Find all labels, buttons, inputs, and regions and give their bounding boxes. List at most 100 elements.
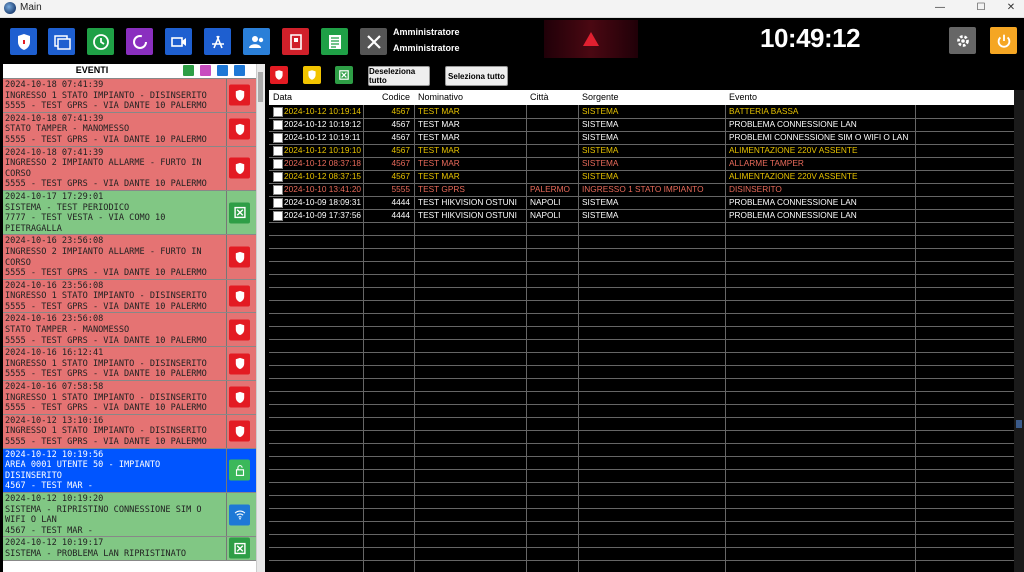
cell-nominativo: TEST MAR xyxy=(418,106,460,116)
row-checkbox[interactable] xyxy=(273,211,283,221)
event-item[interactable]: 2024-10-16 23:56:08 INGRESSO 2 IMPIANTO A… xyxy=(3,235,256,280)
cell-codice: 4567 xyxy=(391,132,410,142)
event-text-line: SISTEMA - PROBLEMA LAN RIPRISTINATO xyxy=(5,548,187,559)
shield-icon[interactable] xyxy=(229,420,250,442)
video-camera-icon xyxy=(170,36,186,47)
column-header-citta[interactable]: Città xyxy=(530,92,549,102)
window-title: Main xyxy=(20,2,42,13)
event-item[interactable]: 2024-10-16 07:58:58 INGRESSO 1 STATO IMPI… xyxy=(3,381,256,415)
close-button[interactable]: ✕ xyxy=(996,0,1024,17)
cell-sorgente: SISTEMA xyxy=(582,158,619,168)
event-item[interactable]: 2024-10-18 07:41:39 STATO TAMPER - MANOME… xyxy=(3,112,256,147)
cell-evento: BATTERIA BASSA xyxy=(729,106,799,116)
row-checkbox[interactable] xyxy=(273,172,283,182)
row-checkbox[interactable] xyxy=(273,133,283,143)
filter-warning-button[interactable] xyxy=(303,66,321,84)
cell-evento: PROBLEMA CONNESSIONE LAN xyxy=(729,210,857,220)
column-header-nominativo[interactable]: Nominativo xyxy=(418,92,463,102)
x-box-icon[interactable] xyxy=(229,537,250,559)
table-row[interactable]: 2024-10-12 10:19:12 4567 TEST MAR SISTEMA PR… xyxy=(269,118,1014,132)
x-box-icon[interactable] xyxy=(229,202,250,224)
filter-alarm-button[interactable] xyxy=(270,66,288,84)
filter-purple-icon[interactable] xyxy=(200,65,211,76)
shield-icon[interactable] xyxy=(229,353,250,375)
table-row[interactable]: 2024-10-12 08:37:15 4567 TEST MAR SISTEMA AL… xyxy=(269,170,1014,184)
video-tool-button[interactable] xyxy=(165,28,192,55)
empty-table-row xyxy=(269,547,1014,561)
event-text-line: INGRESSO 1 STATO IMPIANTO - DISINSERITO xyxy=(5,426,207,437)
empty-table-row xyxy=(269,482,1014,496)
history-tool-button[interactable] xyxy=(87,28,114,55)
events-scrollbar[interactable] xyxy=(257,64,265,572)
filter-blue-icon[interactable] xyxy=(217,65,228,76)
shield-icon[interactable] xyxy=(229,118,250,140)
shield-tool-button[interactable] xyxy=(10,28,37,55)
event-text-line: CORSO xyxy=(5,168,31,179)
unlock-icon[interactable] xyxy=(229,459,250,481)
column-header-sorgente[interactable]: Sorgente xyxy=(582,92,619,102)
column-header-evento[interactable]: Evento xyxy=(729,92,757,102)
event-text-line: SISTEMA - TEST PERIODICO xyxy=(5,202,130,213)
windows-tool-button[interactable] xyxy=(48,28,75,55)
minimize-button[interactable]: — xyxy=(925,0,955,17)
cell-data: 2024-10-09 17:37:56 xyxy=(284,210,362,220)
row-checkbox[interactable] xyxy=(273,146,283,156)
refresh-tool-button[interactable] xyxy=(126,28,153,55)
events-scrollbar-thumb[interactable] xyxy=(258,72,263,102)
event-item[interactable]: 2024-10-17 17:29:01 SISTEMA - TEST PERIOD… xyxy=(3,190,256,236)
select-all-button[interactable]: Seleziona tutto xyxy=(445,66,508,86)
column-header-codice[interactable]: Codice xyxy=(382,92,410,102)
event-item[interactable]: 2024-10-16 23:56:08 INGRESSO 1 STATO IMPI… xyxy=(3,279,256,314)
deselect-all-button[interactable]: Deseleziona tutto xyxy=(368,66,430,86)
table-scrollbar[interactable] xyxy=(1014,90,1024,572)
panel-tool-button[interactable] xyxy=(282,28,309,55)
shield-icon[interactable] xyxy=(229,319,250,341)
alert-banner[interactable] xyxy=(544,20,638,58)
table-row[interactable]: 2024-10-12 10:19:14 4567 TEST MAR SISTEMA BA… xyxy=(269,105,1014,119)
event-item[interactable]: 2024-10-18 07:41:39 INGRESSO 2 IMPIANTO A… xyxy=(3,146,256,191)
shield-icon[interactable] xyxy=(229,84,250,106)
event-item[interactable]: 2024-10-16 16:12:41 INGRESSO 1 STATO IMPI… xyxy=(3,347,256,382)
power-button[interactable] xyxy=(990,27,1017,54)
maximize-button[interactable]: ☐ xyxy=(966,0,996,17)
table-row[interactable]: 2024-10-10 13:41:20 5555 TEST GPRS PALERMO I… xyxy=(269,183,1014,197)
filter-green-icon[interactable] xyxy=(183,65,194,76)
apps-tool-button[interactable] xyxy=(204,28,231,55)
cell-sorgente: SISTEMA xyxy=(582,119,619,129)
users-tool-button[interactable] xyxy=(243,28,270,55)
table-row[interactable]: 2024-10-09 17:37:56 4444 TEST HIKVISION OS… xyxy=(269,209,1014,223)
table-row[interactable]: 2024-10-12 10:19:10 4567 TEST MAR SISTEMA AL… xyxy=(269,144,1014,158)
row-checkbox[interactable] xyxy=(273,159,283,169)
row-checkbox[interactable] xyxy=(273,107,283,117)
empty-table-row xyxy=(269,261,1014,275)
column-header-data[interactable]: Data xyxy=(273,92,292,102)
event-text-line: 5555 - TEST GPRS - VIA DANTE 10 PALERMO xyxy=(5,369,207,380)
alarm-panel-icon xyxy=(289,33,302,50)
table-row[interactable]: 2024-10-12 10:19:11 4567 TEST MAR SISTEMA PR… xyxy=(269,131,1014,145)
shield-icon[interactable] xyxy=(229,157,250,179)
shield-icon[interactable] xyxy=(229,285,250,307)
event-text-line: INGRESSO 1 STATO IMPIANTO - DISINSERITO xyxy=(5,358,207,369)
event-item[interactable]: 2024-10-12 10:19:56 AREA 0001 UTENTE 50 -… xyxy=(3,448,256,493)
filter-system-button[interactable] xyxy=(335,66,353,84)
tools-tool-button[interactable] xyxy=(360,28,387,55)
shield-icon[interactable] xyxy=(229,246,250,268)
row-checkbox[interactable] xyxy=(273,198,283,208)
empty-table-row xyxy=(269,495,1014,509)
row-checkbox[interactable] xyxy=(273,120,283,130)
event-item[interactable]: 2024-10-16 23:56:08 STATO TAMPER - MANOME… xyxy=(3,313,256,348)
wifi-icon[interactable] xyxy=(229,504,250,526)
events-table: Data Codice Nominativo Città Sorgente Ev… xyxy=(269,90,1014,572)
row-checkbox[interactable] xyxy=(273,185,283,195)
shield-icon[interactable] xyxy=(229,386,250,408)
event-item[interactable]: 2024-10-12 10:19:20 SISTEMA - RIPRISTINO … xyxy=(3,492,256,538)
settings-button[interactable] xyxy=(949,27,976,54)
table-row[interactable]: 2024-10-09 18:09:31 4444 TEST HIKVISION OS… xyxy=(269,196,1014,210)
table-row[interactable]: 2024-10-12 08:37:18 4567 TEST MAR SISTEMA AL… xyxy=(269,157,1014,171)
event-item[interactable]: 2024-10-18 07:41:39 INGRESSO 1 STATO IMPI… xyxy=(3,79,256,113)
filter-window-icon[interactable] xyxy=(234,65,245,76)
event-item[interactable]: 2024-10-12 13:10:16 INGRESSO 1 STATO IMPI… xyxy=(3,414,256,449)
event-timestamp: 2024-10-16 23:56:08 xyxy=(5,314,104,325)
event-item[interactable]: 2024-10-12 10:19:17 SISTEMA - PROBLEMA LA… xyxy=(3,537,256,561)
report-tool-button[interactable] xyxy=(321,28,348,55)
